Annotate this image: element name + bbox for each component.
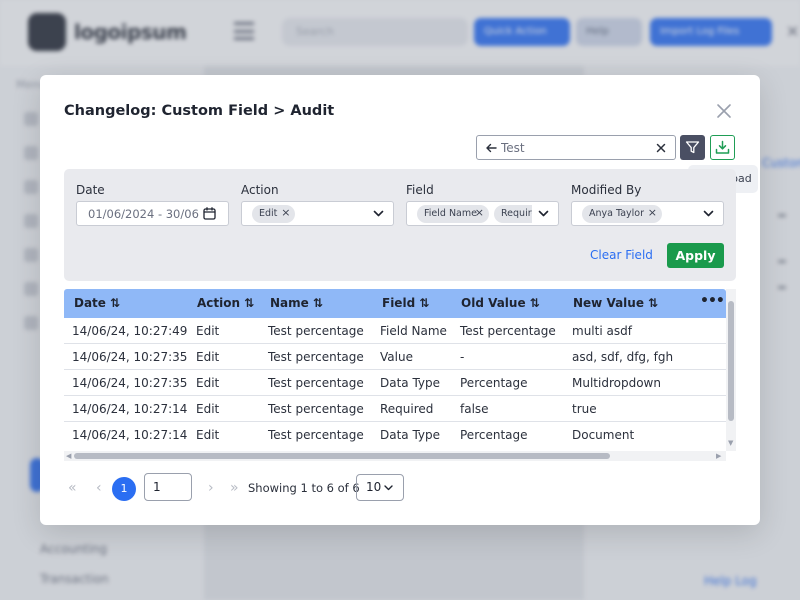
modified-by-chip: Anya Taylor × <box>582 205 663 223</box>
cell-field: Required <box>380 402 434 416</box>
vertical-scroll-thumb[interactable] <box>728 301 734 421</box>
more-options-icon[interactable]: ••• <box>700 293 725 309</box>
chevron-down-icon <box>703 210 714 217</box>
cell-field: Field Name <box>380 324 447 338</box>
modal-title: Changelog: Custom Field > Audit <box>64 103 335 119</box>
page-number-input[interactable] <box>144 473 192 501</box>
date-filter-label: Date <box>76 183 105 197</box>
cell-date: 14/06/24, 10:27:35 <box>72 350 188 364</box>
remove-chip-icon[interactable]: × <box>475 206 484 219</box>
action-chip: Edit × <box>252 205 296 223</box>
cell-name: Test percentage <box>268 324 364 338</box>
calendar-icon[interactable] <box>203 207 216 220</box>
last-page-icon[interactable]: » <box>230 480 239 496</box>
cell-old-value: Percentage <box>460 428 528 442</box>
table-row[interactable]: 14/06/24, 10:27:14 Edit Test percentage … <box>64 396 726 422</box>
field-chip: Required <box>494 205 532 223</box>
table-row[interactable]: 14/06/24, 10:27:14 Edit Test percentage … <box>64 422 726 448</box>
table-row[interactable]: 14/06/24, 10:27:35 Edit Test percentage … <box>64 344 726 370</box>
column-header-name[interactable]: Name ⇅ <box>270 296 323 310</box>
cell-new-value: asd, sdf, dfg, fgh <box>572 350 674 364</box>
cell-action: Edit <box>196 402 220 416</box>
field-filter-label: Field <box>406 183 434 197</box>
column-header-field[interactable]: Field ⇅ <box>382 296 429 310</box>
modified-by-filter-label: Modified By <box>571 183 642 197</box>
cell-old-value: false <box>460 402 489 416</box>
apply-button[interactable]: Apply <box>667 243 724 268</box>
horizontal-scrollbar[interactable]: ◀ ▶ <box>64 451 726 461</box>
scroll-right-arrow-icon[interactable]: ▶ <box>716 452 721 460</box>
clear-field-link[interactable]: Clear Field <box>590 248 653 262</box>
cell-old-value: Test percentage <box>460 324 556 338</box>
cell-date: 14/06/24, 10:27:14 <box>72 428 188 442</box>
download-icon <box>715 140 730 154</box>
first-page-icon[interactable]: « <box>68 480 77 496</box>
cell-name: Test percentage <box>268 402 364 416</box>
column-header-old-value[interactable]: Old Value ⇅ <box>461 296 540 310</box>
cell-new-value: true <box>572 402 597 416</box>
cell-field: Value <box>380 350 413 364</box>
chevron-down-icon <box>384 485 393 491</box>
arrow-left-icon[interactable] <box>485 142 497 154</box>
table-row[interactable]: 14/06/24, 10:27:35 Edit Test percentage … <box>64 370 726 396</box>
cell-name: Test percentage <box>268 428 364 442</box>
download-button[interactable] <box>710 135 735 160</box>
filter-icon <box>685 141 700 154</box>
remove-chip-icon[interactable]: × <box>648 206 657 219</box>
action-select[interactable]: Edit × <box>241 201 394 226</box>
chevron-down-icon <box>538 210 549 217</box>
table-header: Date ⇅ Action ⇅ Name ⇅ Field ⇅ Old Value… <box>64 289 726 318</box>
page-size-value: 10 <box>366 480 382 494</box>
clear-search-icon[interactable] <box>655 142 667 154</box>
changelog-table: Date ⇅ Action ⇅ Name ⇅ Field ⇅ Old Value… <box>64 289 736 463</box>
date-range-picker[interactable]: 01/06/2024 - 30/06 <box>76 201 229 226</box>
chip-label: Field Name <box>424 208 477 219</box>
changelog-modal: Changelog: Custom Field > Audit Download… <box>40 75 760 525</box>
vertical-scrollbar[interactable]: ▼ <box>726 289 736 451</box>
column-header-action[interactable]: Action ⇅ <box>197 296 254 310</box>
chip-label: Required <box>501 208 532 219</box>
search-box <box>476 135 676 160</box>
table-row[interactable]: 14/06/24, 10:27:49 Edit Test percentage … <box>64 318 726 344</box>
search-input[interactable] <box>501 139 651 157</box>
cell-action: Edit <box>196 350 220 364</box>
cell-name: Test percentage <box>268 350 364 364</box>
chip-label: Anya Taylor <box>589 208 645 219</box>
column-header-new-value[interactable]: New Value ⇅ <box>573 296 658 310</box>
cell-new-value: Document <box>572 428 635 442</box>
chevron-down-icon <box>373 210 384 217</box>
action-filter-label: Action <box>241 183 279 197</box>
current-page-button[interactable]: 1 <box>112 477 136 501</box>
filter-button[interactable] <box>680 135 705 160</box>
chip-label: Edit <box>259 208 278 219</box>
cell-name: Test percentage <box>268 376 364 390</box>
next-page-icon[interactable]: › <box>208 480 214 496</box>
cell-date: 14/06/24, 10:27:35 <box>72 376 188 390</box>
scroll-left-arrow-icon[interactable]: ◀ <box>66 452 71 460</box>
date-range-value: 01/06/2024 - 30/06 <box>88 207 199 221</box>
pagination-info: Showing 1 to 6 of 6 <box>248 481 360 495</box>
cell-new-value: Multidropdown <box>572 376 661 390</box>
cell-date: 14/06/24, 10:27:49 <box>72 324 188 338</box>
column-header-date[interactable]: Date ⇅ <box>74 296 120 310</box>
remove-chip-icon[interactable]: × <box>281 206 290 219</box>
close-icon[interactable] <box>716 103 732 119</box>
filter-panel: Date 01/06/2024 - 30/06 Action Edit × Fi… <box>64 169 736 281</box>
field-select[interactable]: Field Name × Required <box>406 201 559 226</box>
previous-page-icon[interactable]: ‹ <box>96 480 102 496</box>
cell-old-value: - <box>460 350 465 364</box>
cell-new-value: multi asdf <box>572 324 632 338</box>
cell-old-value: Percentage <box>460 376 528 390</box>
cell-date: 14/06/24, 10:27:14 <box>72 402 188 416</box>
cell-field: Data Type <box>380 428 441 442</box>
page-size-select[interactable]: 10 <box>356 474 404 501</box>
field-chip: Field Name × <box>417 205 489 223</box>
modified-by-select[interactable]: Anya Taylor × <box>571 201 724 226</box>
cell-action: Edit <box>196 324 220 338</box>
cell-field: Data Type <box>380 376 441 390</box>
horizontal-scroll-thumb[interactable] <box>74 453 610 459</box>
scroll-down-arrow-icon[interactable]: ▼ <box>728 439 733 447</box>
cell-action: Edit <box>196 428 220 442</box>
cell-action: Edit <box>196 376 220 390</box>
